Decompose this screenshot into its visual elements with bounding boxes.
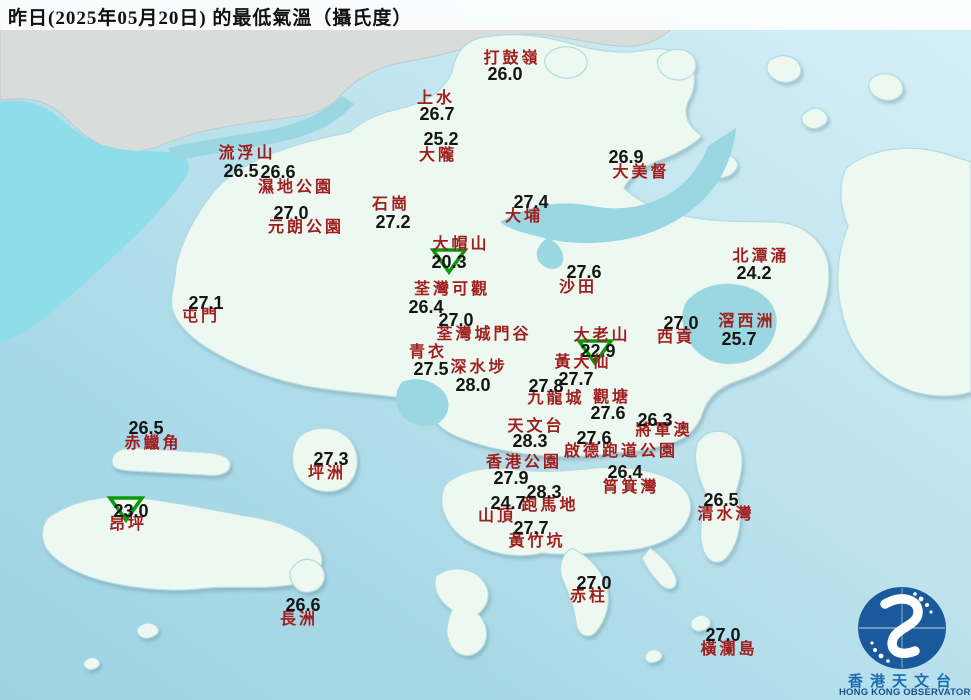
station-value: 27.1 bbox=[188, 294, 223, 312]
station-value: 27.2 bbox=[375, 213, 410, 231]
station-value: 27.6 bbox=[590, 404, 625, 422]
station-value: 27.6 bbox=[576, 429, 611, 447]
station-value: 26.5 bbox=[223, 162, 258, 180]
station-value: 27.0 bbox=[705, 626, 740, 644]
station-value: 27.7 bbox=[513, 519, 548, 537]
station-value: 28.3 bbox=[512, 432, 547, 450]
station-value: 25.7 bbox=[721, 330, 756, 348]
station-name: 滘西洲 bbox=[718, 314, 775, 330]
station-value: 26.7 bbox=[419, 105, 454, 123]
station-value: 20.3 bbox=[431, 253, 466, 271]
station-value: 26.6 bbox=[285, 596, 320, 614]
station-value: 23.0 bbox=[113, 502, 148, 520]
station-value: 24.7 bbox=[490, 494, 525, 512]
station-value: 27.0 bbox=[663, 314, 698, 332]
station-value: 27.5 bbox=[413, 360, 448, 378]
hko-logo: 香港天文台 HONG KONG OBSERVATORY bbox=[845, 582, 971, 698]
station-value: 26.5 bbox=[128, 419, 163, 437]
station-name: 大隴 bbox=[419, 148, 457, 164]
station-value: 27.3 bbox=[313, 450, 348, 468]
station-value: 27.0 bbox=[273, 204, 308, 222]
station-value: 24.2 bbox=[736, 264, 771, 282]
station-name: 深水埗 bbox=[450, 360, 507, 376]
station-value: 28.0 bbox=[455, 376, 490, 394]
station-value: 25.2 bbox=[423, 130, 458, 148]
station-name: 濕地公園 bbox=[258, 180, 334, 196]
station-name: 流浮山 bbox=[218, 146, 275, 162]
station-name: 赤鱲角 bbox=[124, 436, 181, 452]
station-value: 27.8 bbox=[528, 377, 563, 395]
station-value: 26.9 bbox=[608, 148, 643, 166]
hko-logo-english-name: HONG KONG OBSERVATORY bbox=[839, 687, 971, 698]
station-name: 筲箕灣 bbox=[602, 480, 659, 496]
station-value: 27.7 bbox=[558, 370, 593, 388]
station-value: 26.6 bbox=[260, 163, 295, 181]
stations-layer: 打鼓嶺26.0上水26.7大隴25.2流浮山26.5濕地公園26.6元朗公園27… bbox=[0, 0, 971, 700]
station-value: 27.4 bbox=[513, 193, 548, 211]
station-name: 石崗 bbox=[372, 197, 410, 213]
station-value: 26.3 bbox=[637, 411, 672, 429]
station-value: 27.0 bbox=[576, 574, 611, 592]
station-name: 大帽山 bbox=[432, 237, 489, 253]
station-name: 大美督 bbox=[612, 165, 669, 181]
min-temperature-map: 昨日(2025年05月20日) 的最低氣溫（攝氏度） 打鼓嶺26.0上水26.7… bbox=[0, 0, 971, 700]
station-value: 27.0 bbox=[438, 311, 473, 329]
station-name: 荃灣可觀 bbox=[414, 282, 490, 298]
station-value: 26.0 bbox=[487, 65, 522, 83]
station-value: 26.5 bbox=[703, 491, 738, 509]
station-value: 27.9 bbox=[493, 469, 528, 487]
station-name: 沙田 bbox=[559, 280, 597, 296]
station-value: 26.4 bbox=[607, 463, 642, 481]
station-value: 28.3 bbox=[526, 483, 561, 501]
station-value: 27.6 bbox=[566, 263, 601, 281]
